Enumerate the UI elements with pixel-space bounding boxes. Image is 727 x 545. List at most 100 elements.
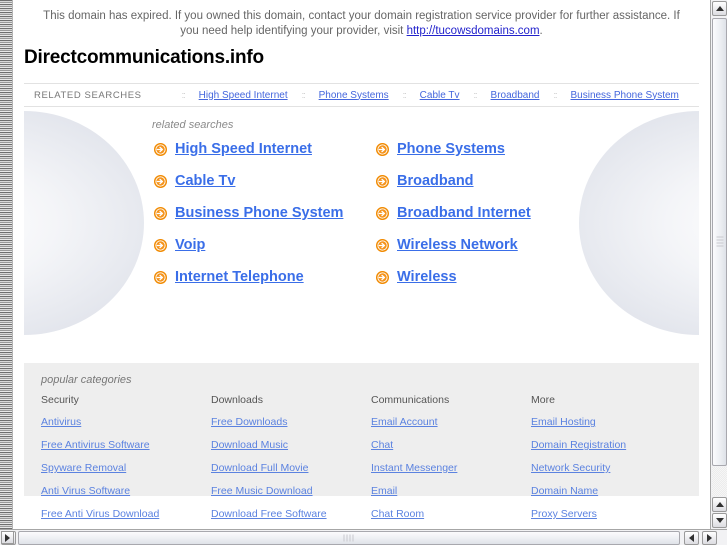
search-link-internet-telephone[interactable]: Internet Telephone [175, 269, 304, 285]
list-item[interactable]: Anti Virus Software [41, 481, 211, 499]
list-item[interactable]: Download Full Movie [211, 458, 371, 476]
category-link-free-downloads[interactable]: Free Downloads [211, 416, 287, 428]
category-heading: Downloads [211, 394, 263, 406]
scroll-up-button[interactable] [712, 1, 727, 16]
scroll-right-button[interactable] [702, 531, 717, 545]
list-item[interactable]: Free Antivirus Software [41, 435, 211, 453]
scroll-down-button[interactable] [712, 513, 727, 528]
category-link-download-full-movie[interactable]: Download Full Movie [211, 462, 308, 474]
domain-expiry-banner: This domain has expired. If you owned th… [14, 0, 709, 41]
category-link-chat-room[interactable]: Chat Room [371, 508, 424, 520]
list-item[interactable]: Cable Tv [154, 173, 376, 189]
related-link-high-speed-internet[interactable]: High Speed Internet [199, 90, 288, 101]
arrow-circle-right-icon [376, 206, 389, 220]
horizontal-scrollbar-thumb[interactable] [18, 531, 680, 545]
list-item[interactable]: Email Hosting [531, 412, 699, 430]
tucows-domains-link[interactable]: http://tucowsdomains.com [407, 25, 540, 37]
search-link-high-speed-internet[interactable]: High Speed Internet [175, 141, 312, 157]
arrow-circle-right-icon [376, 238, 389, 252]
category-link-network-security[interactable]: Network Security [531, 462, 610, 474]
list-item[interactable]: Wireless Network [376, 237, 699, 253]
horizontal-scrollbar[interactable] [0, 529, 727, 545]
separator-icon: :: [402, 90, 407, 100]
expiry-text-after: . [539, 25, 543, 37]
list-item[interactable]: Internet Telephone [154, 269, 376, 285]
list-item[interactable]: Free Anti Virus Download [41, 504, 211, 522]
search-link-cable-tv[interactable]: Cable Tv [175, 173, 235, 189]
list-item[interactable]: Proxy Servers [531, 504, 699, 522]
category-link-list: Antivirus Free Antivirus Software Spywar… [41, 412, 211, 522]
list-item[interactable]: Email [371, 481, 531, 499]
related-link-phone-systems[interactable]: Phone Systems [319, 90, 389, 101]
vertical-scrollbar-track[interactable] [712, 467, 727, 496]
list-item[interactable]: Instant Messenger [371, 458, 531, 476]
category-link-spyware-removal[interactable]: Spyware Removal [41, 462, 126, 474]
arrow-circle-right-icon [376, 174, 389, 188]
list-item[interactable]: Business Phone System [154, 205, 376, 221]
list-item[interactable]: Download Music [211, 435, 371, 453]
category-link-instant-messenger[interactable]: Instant Messenger [371, 462, 457, 474]
category-link-email[interactable]: Email [371, 485, 397, 497]
category-column-downloads: Downloads Free Downloads Download Music … [211, 394, 371, 527]
search-link-phone-systems[interactable]: Phone Systems [397, 141, 505, 157]
search-link-wireless[interactable]: Wireless [397, 269, 457, 285]
list-item[interactable]: Wireless [376, 269, 699, 285]
category-link-email-account[interactable]: Email Account [371, 416, 438, 428]
list-item[interactable]: Phone Systems [376, 141, 699, 157]
related-link-broadband[interactable]: Broadband [491, 90, 540, 101]
list-item[interactable]: Domain Registration [531, 435, 699, 453]
list-item[interactable]: Free Music Download [211, 481, 371, 499]
browser-window: This domain has expired. If you owned th… [0, 0, 727, 545]
list-item[interactable]: Free Downloads [211, 412, 371, 430]
search-link-voip[interactable]: Voip [175, 237, 205, 253]
category-column-security: Security Antivirus Free Antivirus Softwa… [41, 394, 211, 527]
list-item[interactable]: Chat [371, 435, 531, 453]
related-link-cable-tv[interactable]: Cable Tv [420, 90, 460, 101]
chevron-up-icon [715, 502, 724, 507]
scroll-up-button-secondary[interactable] [712, 497, 727, 512]
list-item[interactable]: Network Security [531, 458, 699, 476]
category-link-download-music[interactable]: Download Music [211, 439, 288, 451]
list-item[interactable]: High Speed Internet [154, 141, 376, 157]
list-item[interactable]: Broadband Internet [376, 205, 699, 221]
grip-icon [343, 534, 355, 542]
window-corner-button[interactable] [1, 531, 14, 544]
category-link-list: Free Downloads Download Music Download F… [211, 412, 371, 522]
list-item[interactable]: Broadband [376, 173, 699, 189]
list-item[interactable]: Voip [154, 237, 376, 253]
chevron-left-icon [689, 534, 694, 542]
vertical-scrollbar[interactable] [710, 0, 727, 529]
category-link-domain-registration[interactable]: Domain Registration [531, 439, 626, 451]
category-link-proxy-servers[interactable]: Proxy Servers [531, 508, 597, 520]
search-link-wireless-network[interactable]: Wireless Network [397, 237, 518, 253]
scroll-left-button-secondary[interactable] [684, 531, 699, 545]
category-link-list: Email Hosting Domain Registration Networ… [531, 412, 699, 522]
related-searches-panel: related searches High Speed Internet Pho… [24, 107, 699, 342]
search-link-business-phone-system[interactable]: Business Phone System [175, 205, 343, 221]
category-link-domain-name[interactable]: Domain Name [531, 485, 598, 497]
list-item[interactable]: Spyware Removal [41, 458, 211, 476]
search-link-broadband-internet[interactable]: Broadband Internet [397, 205, 531, 221]
list-item[interactable]: Chat Room [371, 504, 531, 522]
category-link-email-hosting[interactable]: Email Hosting [531, 416, 596, 428]
chevron-up-icon [715, 6, 724, 11]
category-link-free-music-download[interactable]: Free Music Download [211, 485, 313, 497]
list-item[interactable]: Antivirus [41, 412, 211, 430]
search-link-broadband[interactable]: Broadband [397, 173, 474, 189]
category-link-download-free-software[interactable]: Download Free Software [211, 508, 327, 520]
separator-icon: :: [473, 90, 478, 100]
category-link-antivirus[interactable]: Antivirus [41, 416, 81, 428]
category-link-chat[interactable]: Chat [371, 439, 393, 451]
list-item[interactable]: Download Free Software [211, 504, 371, 522]
vertical-scrollbar-thumb[interactable] [712, 18, 727, 466]
arrow-circle-right-icon [154, 270, 167, 284]
category-link-free-antivirus-software[interactable]: Free Antivirus Software [41, 439, 150, 451]
list-item[interactable]: Domain Name [531, 481, 699, 499]
category-link-anti-virus-software[interactable]: Anti Virus Software [41, 485, 130, 497]
list-item[interactable]: Email Account [371, 412, 531, 430]
arrow-circle-right-icon [376, 270, 389, 284]
category-link-free-anti-virus-download[interactable]: Free Anti Virus Download [41, 508, 159, 520]
related-searches-link-grid: High Speed Internet Phone Systems Cable … [154, 141, 699, 285]
related-searches-heading: related searches [152, 119, 234, 131]
related-link-business-phone-system[interactable]: Business Phone System [570, 90, 678, 101]
